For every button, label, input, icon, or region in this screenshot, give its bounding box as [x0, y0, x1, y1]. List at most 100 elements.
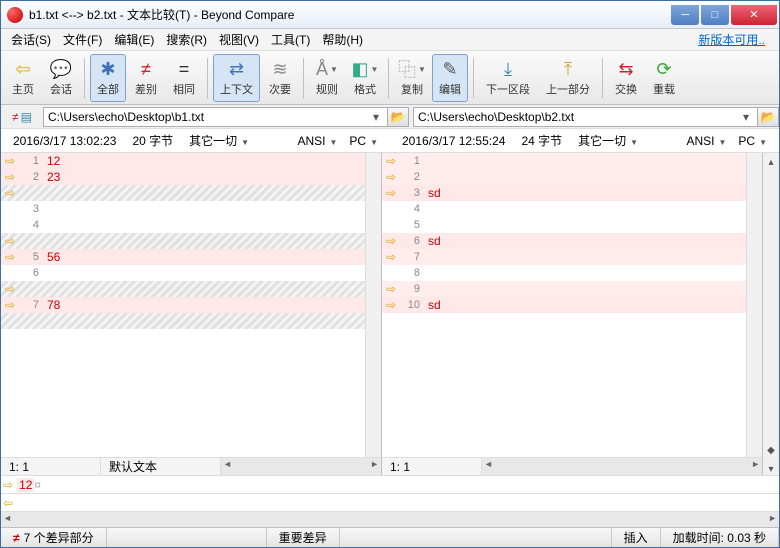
text-line[interactable]: ⇨10sd — [382, 297, 746, 313]
scrollbar-horizontal-bottom[interactable] — [1, 511, 779, 527]
text-line[interactable]: 5 — [382, 217, 746, 233]
menubar: 会话(S) 文件(F) 编辑(E) 搜索(R) 视图(V) 工具(T) 帮助(H… — [1, 29, 779, 51]
scrollbar-vertical[interactable] — [365, 153, 381, 457]
menu-session[interactable]: 会话(S) — [5, 29, 57, 50]
text-line[interactable]: 3 — [1, 201, 365, 217]
pathbar: ≠▤ ▾ 📂 ▾ 📂 — [1, 105, 779, 129]
titlebar[interactable]: b1.txt <--> b2.txt - 文本比较(T) - Beyond Co… — [1, 1, 779, 29]
left-editor[interactable]: ⇨112⇨223⇨34⇨⇨5566⇨⇨778 — [1, 153, 381, 457]
toolbar-编辑[interactable]: ✎编辑 — [432, 54, 468, 102]
text-line[interactable]: ⇨ — [1, 233, 365, 249]
text-line[interactable]: ⇨556 — [1, 249, 365, 265]
menu-search[interactable]: 搜索(R) — [160, 29, 213, 50]
statusbar: ≠7 个差异部分 重要差异 插入 加载时间: 0.03 秒 — [1, 527, 779, 547]
dropdown-icon[interactable]: ▾ — [369, 110, 383, 124]
expand-up-icon[interactable]: ▴ — [768, 157, 773, 168]
menu-help[interactable]: 帮助(H) — [316, 29, 369, 50]
left-size: 20 字节 — [132, 132, 173, 149]
text-line[interactable]: ⇨778 — [1, 297, 365, 313]
text-line[interactable]: ⇨6sd — [382, 233, 746, 249]
text-line[interactable]: ⇨223 — [1, 169, 365, 185]
toolbar-上一部分[interactable]: ⤒上一部分 — [539, 54, 597, 102]
menu-tools[interactable]: 工具(T) — [265, 29, 316, 50]
right-controls: ▴ ◆ ▾ — [763, 153, 779, 475]
arrow-right-icon: ⇨ — [3, 478, 13, 492]
menu-view[interactable]: 视图(V) — [213, 29, 265, 50]
text-line[interactable]: 4 — [1, 217, 365, 233]
maximize-button[interactable]: □ — [701, 5, 729, 25]
toolbar-主页[interactable]: ⇦主页 — [5, 54, 41, 102]
left-encoding[interactable]: ANSI▼ — [297, 134, 337, 148]
toolbar-重载[interactable]: ⟳重载 — [646, 54, 682, 102]
right-pane: ⇨1⇨2⇨3sd45⇨6sd⇨78⇨9⇨10sd 1: 1 — [382, 153, 763, 475]
toolbar-复制[interactable]: ⿻▼复制 — [394, 54, 430, 102]
dropdown-icon[interactable]: ▾ — [739, 110, 753, 124]
menu-edit[interactable]: 编辑(E) — [108, 29, 160, 50]
right-timestamp: 2016/3/17 12:55:24 — [402, 134, 505, 148]
right-encoding[interactable]: ANSI▼ — [686, 134, 726, 148]
text-line[interactable] — [1, 313, 365, 329]
left-path-input[interactable]: ▾ — [43, 107, 388, 127]
toolbar-相同[interactable]: =相同 — [166, 54, 202, 102]
text-line[interactable]: ⇨3sd — [382, 185, 746, 201]
scrollbar-horizontal[interactable] — [221, 458, 381, 475]
left-timestamp: 2016/3/17 13:02:23 — [13, 134, 116, 148]
right-platform[interactable]: PC▼ — [738, 134, 767, 148]
expand-down-icon[interactable]: ▾ — [768, 464, 773, 475]
toolbar-上下文[interactable]: ⇄上下文 — [213, 54, 260, 102]
diff-count: 7 个差异部分 — [24, 529, 94, 546]
right-editor[interactable]: ⇨1⇨2⇨3sd45⇨6sd⇨78⇨9⇨10sd — [382, 153, 762, 457]
inline-diff-left: ⇨ 12¤ — [1, 475, 779, 493]
left-pos: 1: 1 — [1, 458, 101, 475]
menu-file[interactable]: 文件(F) — [57, 29, 108, 50]
toolbar-次要[interactable]: ≋次要 — [262, 54, 298, 102]
new-version-link[interactable]: 新版本可用.. — [692, 29, 771, 50]
toolbar-交换[interactable]: ⇆交换 — [608, 54, 644, 102]
close-button[interactable]: ✕ — [731, 5, 777, 25]
text-line[interactable]: ⇨7 — [382, 249, 746, 265]
toolbar: ⇦主页💬会话 ✱全部≠差别=相同 ⇄上下文≋次要 Å▼规则◧▼格式⿻▼复制✎编辑 ⤓下一… — [1, 51, 779, 105]
toolbar-差别[interactable]: ≠差别 — [128, 54, 164, 102]
app-window: b1.txt <--> b2.txt - 文本比较(T) - Beyond Co… — [0, 0, 780, 548]
compare-panes: ⇨112⇨223⇨34⇨⇨5566⇨⇨778 1: 1 默认文本 ⇨1⇨2⇨3s… — [1, 153, 779, 475]
left-mode: 默认文本 — [101, 458, 221, 475]
right-filter[interactable]: 其它一切▼ — [578, 132, 638, 149]
text-line[interactable]: ⇨9 — [382, 281, 746, 297]
left-filter[interactable]: 其它一切▼ — [189, 132, 249, 149]
toolbar-下一区段[interactable]: ⤓下一区段 — [479, 54, 537, 102]
text-line[interactable]: 6 — [1, 265, 365, 281]
insert-mode: 插入 — [612, 528, 661, 547]
statbar-left-right: 2016/3/17 13:02:23 20 字节 其它一切▼ ANSI▼ PC▼… — [1, 129, 779, 153]
right-path-field[interactable] — [418, 110, 739, 124]
toolbar-规则[interactable]: Å▼规则 — [309, 54, 345, 102]
left-pane: ⇨112⇨223⇨34⇨⇨5566⇨⇨778 1: 1 默认文本 — [1, 153, 382, 475]
minimize-button[interactable]: ─ — [671, 5, 699, 25]
left-path-field[interactable] — [48, 110, 369, 124]
text-line[interactable]: ⇨1 — [382, 153, 746, 169]
toolbar-会话[interactable]: 💬会话 — [43, 54, 79, 102]
compare-mode-icon[interactable]: ≠▤ — [1, 110, 43, 124]
text-line[interactable]: 8 — [382, 265, 746, 281]
right-browse-button[interactable]: 📂 — [757, 107, 779, 127]
collapse-icon[interactable]: ◆ — [767, 445, 775, 456]
window-title: b1.txt <--> b2.txt - 文本比较(T) - Beyond Co… — [29, 6, 669, 23]
important-diff: 重要差异 — [267, 528, 340, 547]
right-size: 24 字节 — [521, 132, 562, 149]
toolbar-全部[interactable]: ✱全部 — [90, 54, 126, 102]
right-pos: 1: 1 — [382, 458, 482, 475]
toolbar-格式[interactable]: ◧▼格式 — [347, 54, 383, 102]
arrow-left-icon: ⇦ — [3, 496, 13, 510]
left-browse-button[interactable]: 📂 — [387, 107, 409, 127]
inline-diff-text: 12 — [17, 478, 34, 492]
left-platform[interactable]: PC▼ — [349, 134, 378, 148]
text-line[interactable]: 4 — [382, 201, 746, 217]
right-path-input[interactable]: ▾ — [413, 107, 758, 127]
text-line[interactable]: ⇨ — [1, 185, 365, 201]
load-time: 加载时间: 0.03 秒 — [661, 528, 779, 547]
app-icon — [7, 7, 23, 23]
scrollbar-horizontal[interactable] — [482, 458, 762, 475]
text-line[interactable]: ⇨ — [1, 281, 365, 297]
text-line[interactable]: ⇨112 — [1, 153, 365, 169]
text-line[interactable]: ⇨2 — [382, 169, 746, 185]
scrollbar-vertical[interactable] — [746, 153, 762, 457]
